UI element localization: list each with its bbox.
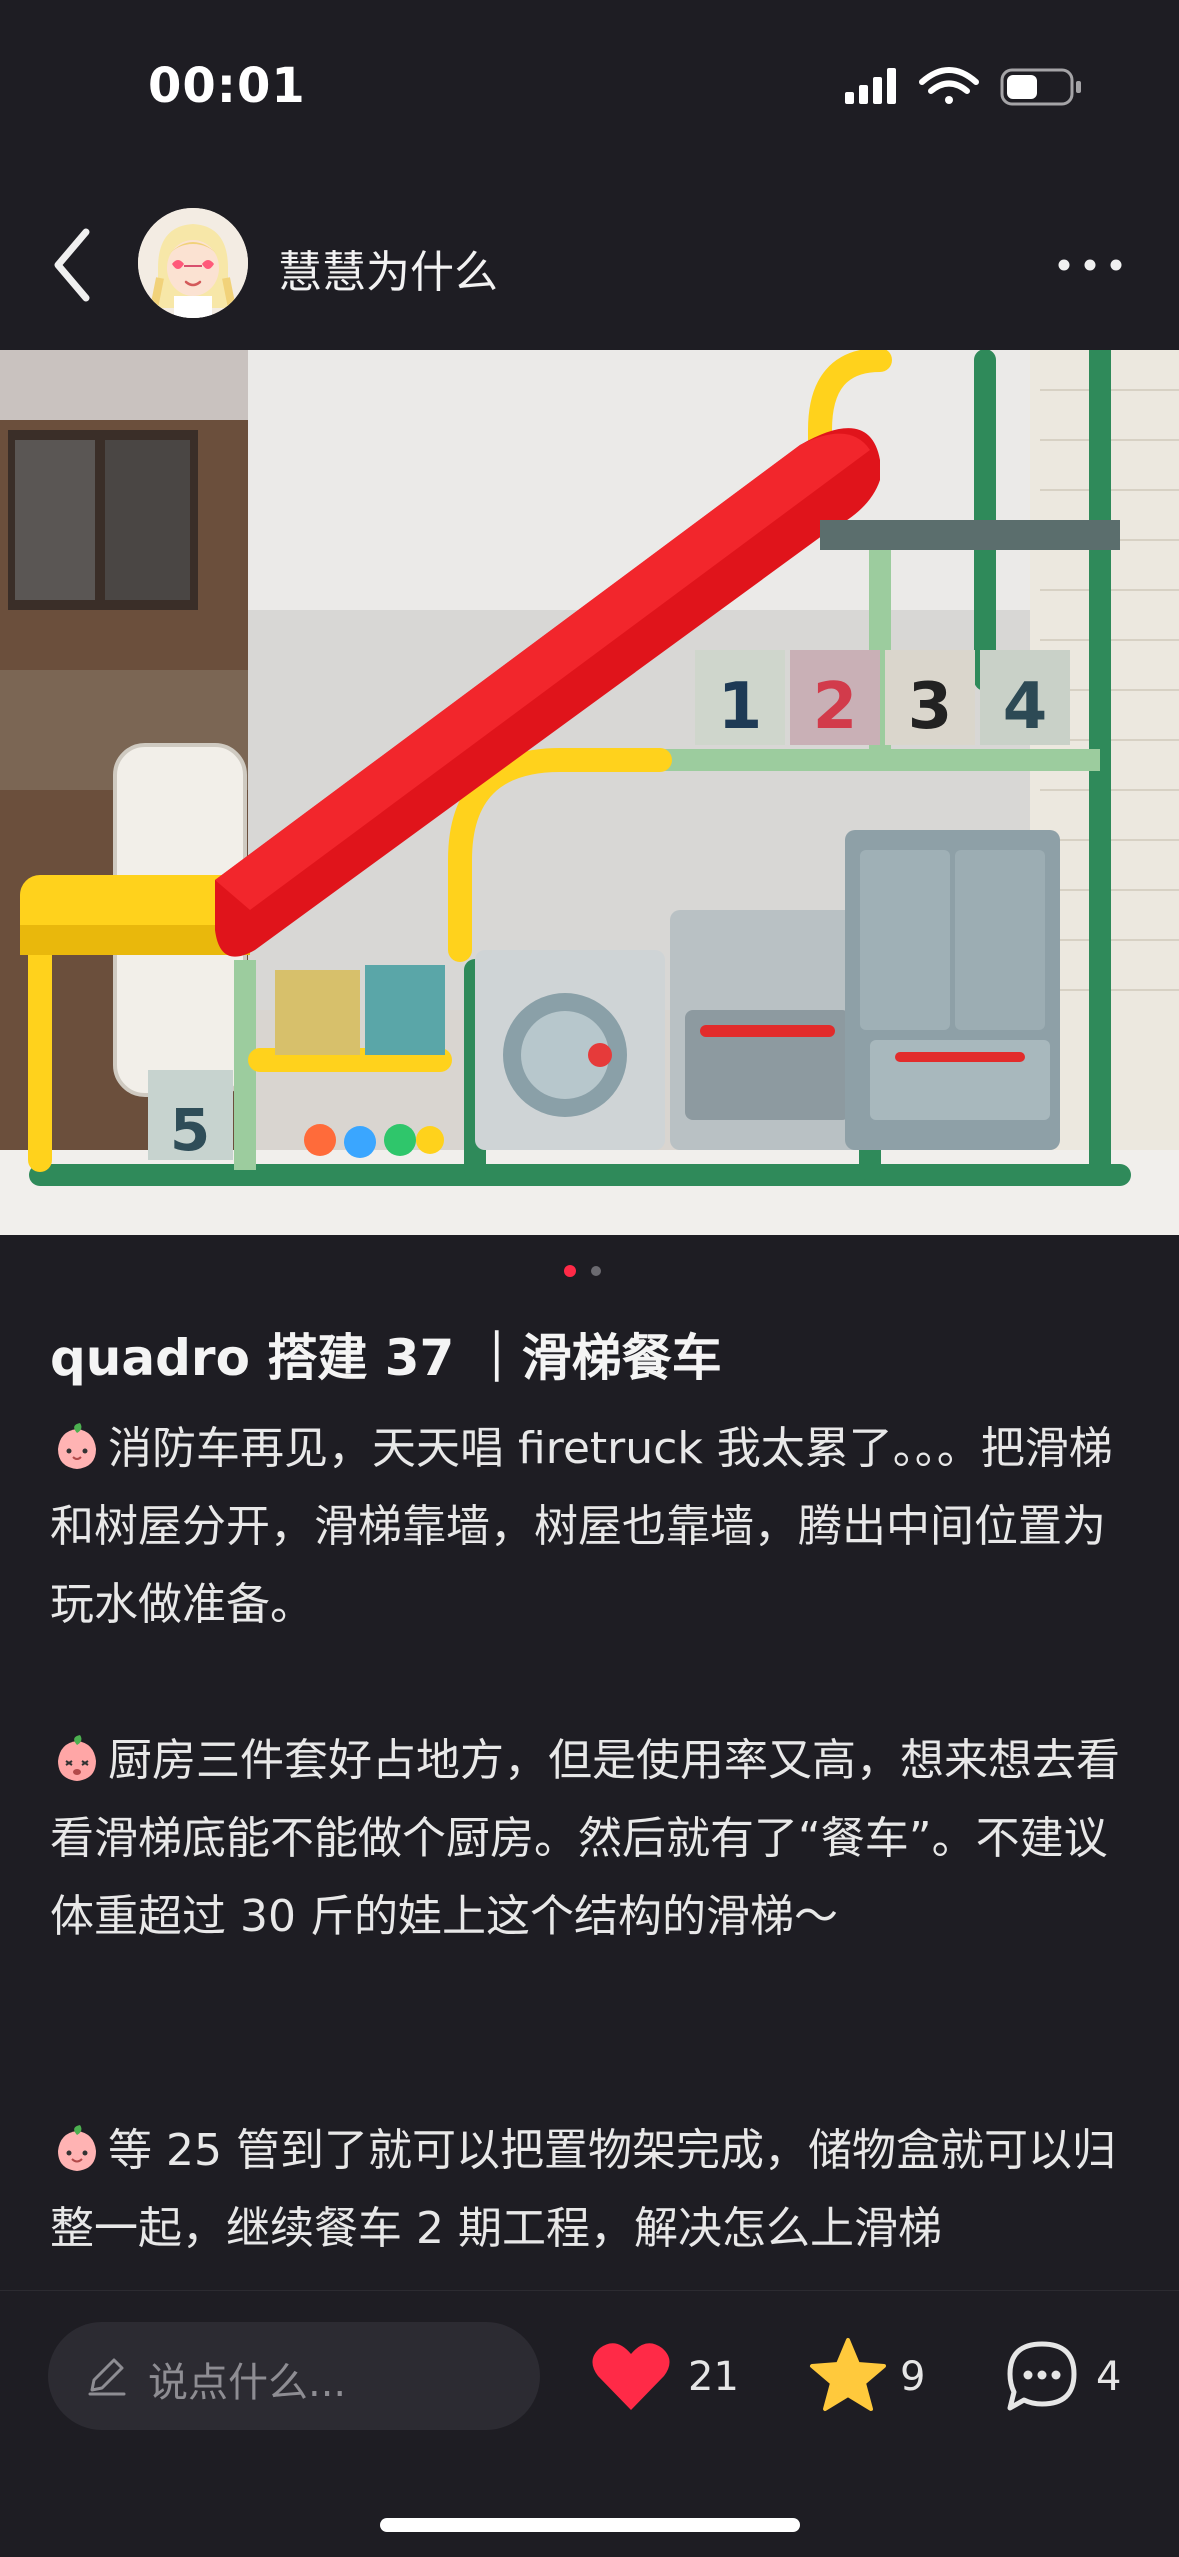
like-button[interactable]: 21 <box>590 2330 740 2422</box>
cellular-signal-icon <box>845 68 896 104</box>
svg-text:5: 5 <box>170 1096 210 1164</box>
carousel-indicator <box>564 1265 601 1277</box>
chevron-left-icon <box>54 228 90 302</box>
comment-bubble-icon <box>1007 2341 1077 2411</box>
svg-text:3: 3 <box>908 670 953 744</box>
comment-input[interactable]: 说点什么... <box>48 2322 540 2430</box>
post-paragraph: 等 25 管到了就可以把置物架完成，储物盒就可以归整一起，继续餐车 2 期工程，… <box>50 2112 1140 2262</box>
author-avatar[interactable] <box>138 208 248 318</box>
carousel-dot <box>591 1266 601 1276</box>
author-name[interactable]: 慧慧为什么 <box>278 236 498 300</box>
battery-icon <box>1000 68 1081 106</box>
peach-emoji-icon <box>58 1735 96 1781</box>
svg-text:1: 1 <box>718 670 763 744</box>
back-button[interactable] <box>40 220 110 310</box>
post-paragraph: 厨房三件套好占地方，但是使用率又高，想来想去看看滑梯底能不能做个厨房。然后就有了… <box>50 1722 1140 1956</box>
peach-emoji-icon <box>58 1423 96 1469</box>
like-count: 21 <box>688 2354 739 2400</box>
peach-emoji-icon <box>58 2125 96 2171</box>
svg-text:4: 4 <box>1003 670 1048 744</box>
comment-count: 4 <box>1096 2354 1122 2400</box>
post-title: quadro 搭建 37 ｜滑梯餐车 <box>50 1329 722 1387</box>
content-fade <box>0 2245 1179 2285</box>
home-indicator <box>380 2518 800 2532</box>
comment-placeholder: 说点什么... <box>148 2360 347 2406</box>
favorite-button[interactable]: 9 <box>808 2330 948 2422</box>
avatar-illustration <box>138 208 248 318</box>
post-paragraph: 消防车再见，天天唱 firetruck 我太累了。。。把滑梯和树屋分开，滑梯靠墙… <box>50 1410 1140 1644</box>
more-horizontal-icon <box>1058 259 1122 271</box>
more-options-button[interactable] <box>1050 235 1130 295</box>
heart-icon <box>592 2343 670 2410</box>
wifi-icon <box>919 67 979 104</box>
star-icon <box>810 2338 886 2411</box>
svg-text:2: 2 <box>813 670 858 744</box>
status-icons <box>845 67 1081 106</box>
comment-button[interactable]: 4 <box>1004 2330 1134 2422</box>
post-photo[interactable]: 1 2 3 4 5 <box>0 350 1179 1235</box>
favorite-count: 9 <box>900 2354 926 2400</box>
pencil-icon <box>88 2358 126 2396</box>
carousel-dot-active <box>564 1265 576 1277</box>
status-time: 00:01 <box>148 58 306 114</box>
